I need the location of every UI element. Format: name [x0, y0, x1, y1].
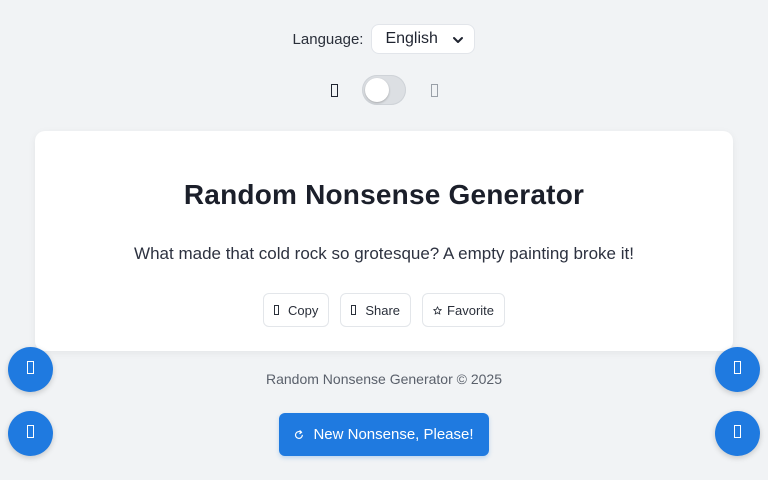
- new-nonsense-button-label: New Nonsense, Please!: [313, 426, 474, 443]
- floating-button-left-bottom[interactable]: [8, 411, 53, 456]
- moon-icon: [428, 82, 440, 98]
- floating-left-top-icon: [27, 360, 34, 379]
- star-icon: [433, 305, 442, 316]
- card-actions: Copy Share Favorite: [35, 293, 733, 327]
- language-row: Language: English: [0, 24, 768, 54]
- share-button[interactable]: Share: [340, 293, 412, 327]
- sun-icon: [328, 82, 340, 98]
- floating-button-right-top[interactable]: [715, 347, 760, 392]
- footer-text: Random Nonsense Generator © 2025: [265, 371, 502, 387]
- floating-right-bottom-icon: [734, 424, 741, 443]
- floating-left-bottom-icon: [27, 424, 34, 443]
- copy-button[interactable]: Copy: [262, 293, 330, 327]
- language-select[interactable]: English: [371, 24, 476, 54]
- favorite-button-label: Favorite: [447, 302, 495, 318]
- app-page: Language: English Random Nonsense Genera…: [0, 0, 768, 480]
- share-button-label: Share: [365, 302, 401, 318]
- page-title: Random Nonsense Generator: [183, 179, 585, 210]
- theme-toggle[interactable]: [362, 75, 406, 105]
- floating-button-right-bottom[interactable]: [715, 411, 760, 456]
- floating-right-top-icon: [734, 360, 741, 379]
- copy-button-label: Copy: [287, 302, 319, 318]
- language-selected-value: English: [385, 30, 438, 47]
- language-label: Language:: [292, 30, 364, 48]
- theme-toggle-knob: [365, 78, 389, 102]
- new-nonsense-button[interactable]: New Nonsense, Please!: [279, 413, 489, 456]
- chevron-down-icon: [453, 37, 464, 43]
- favorite-button[interactable]: Favorite: [422, 293, 506, 327]
- share-icon: [351, 305, 360, 316]
- theme-toggle-row: [0, 74, 768, 106]
- nonsense-card: Random Nonsense Generator What made that…: [35, 131, 733, 351]
- refresh-icon: [294, 429, 304, 440]
- floating-button-left-top[interactable]: [8, 347, 53, 392]
- copy-icon: [273, 305, 283, 316]
- nonsense-sentence: What made that cold rock so grotesque? A…: [134, 244, 634, 263]
